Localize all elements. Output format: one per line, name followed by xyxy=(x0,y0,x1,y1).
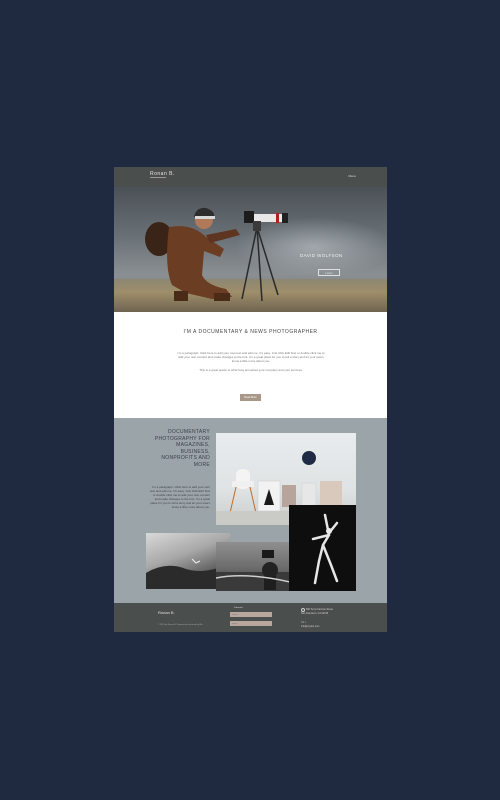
email-field[interactable] xyxy=(230,621,272,626)
hero-learn-button[interactable]: Learn xyxy=(318,269,340,276)
cameraman-photo-art xyxy=(216,550,290,591)
hero-title: DAVID WOLFSON xyxy=(300,253,343,258)
website-preview: Ronan B. Menu DAVID WOLFSON Learn I'M A … xyxy=(114,167,387,632)
photographer-illustration xyxy=(145,207,288,302)
site-footer: Ronan B. © 2035 by Ronan B. Powered and … xyxy=(114,603,387,632)
services-title: DOCUMENTARY PHOTOGRAPHY FOR MAGAZINES, B… xyxy=(154,429,210,468)
about-title: I'M A DOCUMENTARY & NEWS PHOTOGRAPHER xyxy=(183,329,318,335)
cameraman-photo[interactable] xyxy=(216,542,290,591)
footer-copyright: © 2035 by Ronan B. Powered and secured b… xyxy=(158,624,203,626)
footer-logo[interactable]: Ronan B. xyxy=(158,610,175,615)
about-section: I'M A DOCUMENTARY & NEWS PHOTOGRAPHER I'… xyxy=(114,312,387,418)
about-paragraph: I'm a paragraph. Click here to add your … xyxy=(177,351,325,363)
nav-menu-link[interactable]: Menu xyxy=(348,174,356,178)
dancer-photo-art xyxy=(311,513,339,585)
hero-banner: DAVID WOLFSON Learn xyxy=(114,187,387,312)
site-header: Ronan B. Menu xyxy=(114,167,387,187)
services-section: DOCUMENTARY PHOTOGRAPHY FOR MAGAZINES, B… xyxy=(114,418,387,603)
dancer-photo[interactable] xyxy=(289,505,356,591)
about-paragraph-secondary: This is a great space to write long text… xyxy=(199,368,303,372)
newsletter-heading: Subscribe xyxy=(234,607,243,609)
services-description: I'm a paragraph. Click here to add your … xyxy=(150,485,210,510)
read-more-button[interactable]: Read More xyxy=(240,394,261,401)
footer-email[interactable]: info@mysite.com xyxy=(301,625,319,629)
logo-underline xyxy=(150,177,166,178)
name-field[interactable] xyxy=(230,612,272,617)
footer-address-line2: San Francisco, CA 94158 xyxy=(301,612,329,615)
